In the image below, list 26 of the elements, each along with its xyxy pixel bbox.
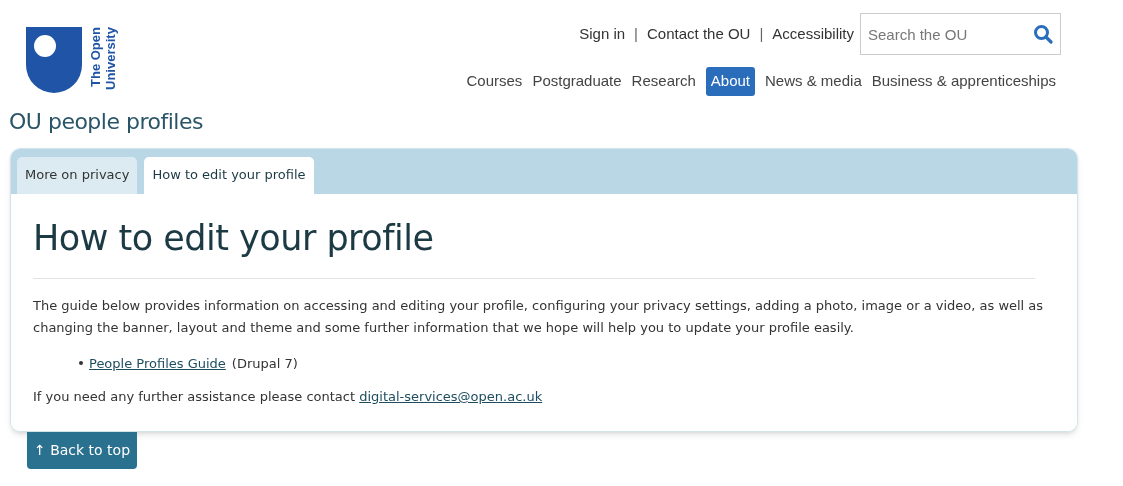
back-to-top-button[interactable]: ↑ Back to top: [27, 431, 138, 469]
utility-link[interactable]: Contact the OU: [647, 22, 751, 46]
version-note: (Drupal 7): [231, 354, 298, 373]
contact-text: If you need any further assistance please contact digital-services@open.ac.uk: [33, 388, 543, 406]
search-icon[interactable]: [1033, 24, 1053, 44]
separator: |: [634, 23, 638, 44]
site-title: OU people profiles: [9, 107, 204, 136]
utility-link[interactable]: Accessibility: [772, 22, 854, 46]
search-field[interactable]: Search the OU: [860, 13, 1061, 55]
email-link[interactable]: digital-services@open.ac.uk: [359, 389, 543, 404]
nav-link[interactable]: About: [705, 67, 755, 96]
nav-link[interactable]: Business & apprenticeships: [871, 67, 1056, 96]
nav-link[interactable]: Courses: [466, 67, 523, 96]
logo-shield-icon: [26, 27, 82, 94]
tab[interactable]: More on privacy: [17, 156, 138, 194]
tab[interactable]: How to edit your profile: [144, 156, 314, 194]
logo-wordmark: The Open University: [88, 27, 118, 93]
utility-link[interactable]: Sign in: [579, 22, 626, 46]
page-heading: How to edit your profile: [33, 216, 435, 260]
intro-paragraph: The guide below provides information on accessing and editing your profile, configuring your privacy settings, adding a photo, image or a video, as well as changing the banner, layout and theme and some further information that we hope will help you to update your profile easily.: [33, 296, 1045, 337]
guide-link[interactable]: People Profiles Guide: [89, 353, 226, 373]
nav-link[interactable]: Research: [631, 67, 696, 96]
nav-link[interactable]: News & media: [765, 67, 862, 96]
nav-link[interactable]: Postgraduate: [532, 67, 622, 96]
separator: |: [759, 23, 764, 44]
bullet-icon: [79, 361, 83, 366]
